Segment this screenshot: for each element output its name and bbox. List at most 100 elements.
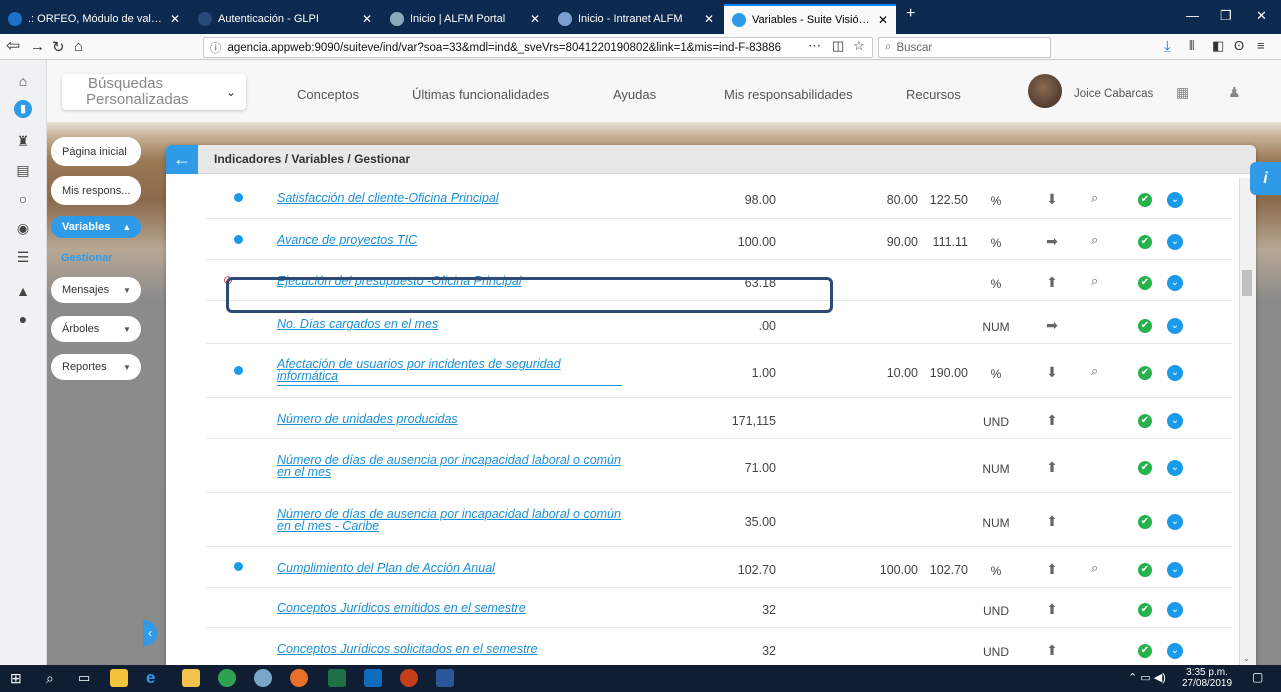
forward-icon[interactable]: → xyxy=(30,38,45,55)
bookmark-star-icon[interactable]: ☆ xyxy=(853,38,865,54)
sidebar-item-arboles[interactable]: Árboles ▼ xyxy=(51,316,141,342)
chevron-down-icon[interactable]: ⌄ xyxy=(1167,514,1183,530)
account-icon[interactable]: ʘ xyxy=(1234,38,1244,53)
magnifier-icon[interactable]: ⌕ xyxy=(1091,363,1098,379)
address-bar[interactable]: ⓘ agencia.appweb:9090/suiteve/ind/var?soa… xyxy=(203,37,873,58)
chevron-down-icon[interactable]: ⌄ xyxy=(1167,460,1183,476)
variable-link[interactable]: Número de días de ausencia por incapacid… xyxy=(277,508,627,533)
back-icon[interactable]: ⇦ xyxy=(6,36,20,56)
cycle-rail-icon[interactable]: ○ xyxy=(14,191,32,209)
download-icon[interactable]: ⤓ xyxy=(1164,38,1171,55)
edge-icon[interactable]: e xyxy=(146,669,164,687)
close-icon[interactable]: ✕ xyxy=(878,13,888,27)
magnifier-icon[interactable]: ⌕ xyxy=(1091,560,1098,576)
excel-icon[interactable] xyxy=(328,669,346,687)
chevron-down-icon[interactable]: ⌄ xyxy=(1167,275,1183,291)
user-name[interactable]: Joice Cabarcas xyxy=(1074,88,1153,100)
chevron-down-icon[interactable]: ⌄ xyxy=(1167,192,1183,208)
check-rail-icon[interactable]: ◉ xyxy=(14,220,32,238)
file-explorer-icon[interactable] xyxy=(182,669,200,687)
menu-icon[interactable]: ≡ xyxy=(1257,38,1265,53)
store-icon[interactable] xyxy=(110,669,128,687)
chevron-down-icon[interactable]: ⌄ xyxy=(1167,234,1183,250)
sliders-rail-icon[interactable]: ☰ xyxy=(14,249,32,267)
reload-icon[interactable]: ↻ xyxy=(52,38,65,56)
sidebar-item-mensajes[interactable]: Mensajes ▼ xyxy=(51,277,141,303)
chevron-down-icon[interactable]: ⌄ xyxy=(1167,562,1183,578)
back-button[interactable]: ← xyxy=(166,145,198,174)
home-icon[interactable]: ⌂ xyxy=(74,38,83,55)
check-icon[interactable]: ✔ xyxy=(1138,366,1152,380)
check-icon[interactable]: ✔ xyxy=(1138,319,1152,333)
variable-link[interactable]: Conceptos Jurídicos solicitados en el se… xyxy=(277,643,627,656)
firefox-icon[interactable] xyxy=(290,669,308,687)
tray-icons[interactable]: ⌃ ▭ ◀) xyxy=(1128,671,1166,684)
word-icon[interactable] xyxy=(436,669,454,687)
app-icon[interactable] xyxy=(254,669,272,687)
magnifier-icon[interactable]: ⌕ xyxy=(1091,190,1098,206)
page-actions-icon[interactable]: ⋯ xyxy=(808,38,821,54)
sidebar-item-gestionar[interactable]: Gestionar xyxy=(61,252,112,264)
tab-variables[interactable]: Variables - Suite Visión Empres✕ xyxy=(724,4,896,34)
chevron-down-icon[interactable]: ⌄ xyxy=(1167,643,1183,659)
bell-icon[interactable]: ♟ xyxy=(1228,84,1241,101)
menu-mis-responsabilidades[interactable]: Mis responsabilidades xyxy=(724,87,853,102)
powerpoint-icon[interactable] xyxy=(400,669,418,687)
sidebar-item-pagina-inicial[interactable]: Página inicial xyxy=(51,137,141,166)
variable-link[interactable]: Avance de proyectos TIC xyxy=(277,234,627,247)
task-view-icon[interactable]: ▭ xyxy=(78,669,96,687)
variable-link[interactable]: Número de unidades producidas xyxy=(277,413,627,426)
outlook-icon[interactable] xyxy=(364,669,382,687)
variable-link[interactable]: Satisfacción del cliente-Oficina Princip… xyxy=(277,192,627,205)
variable-link[interactable]: Número de días de ausencia por incapacid… xyxy=(277,454,627,479)
variable-link[interactable]: Cumplimiento del Plan de Acción Anual xyxy=(277,562,627,575)
menu-ultimas-funcionalidades[interactable]: Últimas funcionalidades xyxy=(412,87,549,102)
chevron-down-icon[interactable]: ⌄ xyxy=(1167,318,1183,334)
pocket-icon[interactable]: ◫ xyxy=(832,38,844,54)
close-window-icon[interactable]: ✕ xyxy=(1256,8,1267,24)
check-icon[interactable]: ✔ xyxy=(1138,193,1152,207)
document-rail-icon[interactable]: ▤ xyxy=(14,162,32,180)
tower-rail-icon[interactable]: ♜ xyxy=(14,133,32,151)
tab-alfm-portal[interactable]: Inicio | ALFM Portal ✕ xyxy=(382,4,548,34)
clock[interactable]: 3:35 p.m. 27/08/2019 xyxy=(1182,667,1232,689)
check-icon[interactable]: ✔ xyxy=(1138,235,1152,249)
chevron-down-icon[interactable]: ⌄ xyxy=(1167,413,1183,429)
tab-glpi[interactable]: Autenticación - GLPI ✕ xyxy=(190,4,380,34)
tab-orfeo[interactable]: .: ORFEO, Módulo de validació✕ xyxy=(0,4,188,34)
magnifier-icon[interactable]: ⌕ xyxy=(1091,232,1098,248)
tab-intranet[interactable]: Inicio - Intranet ALFM ✕ xyxy=(550,4,722,34)
avatar[interactable] xyxy=(1028,74,1062,108)
chevron-down-icon[interactable]: ⌄ xyxy=(1167,365,1183,381)
sidebar-toggle-icon[interactable]: ◧ xyxy=(1212,38,1224,54)
chevron-down-icon[interactable]: ⌄ xyxy=(1167,602,1183,618)
scrollbar-thumb[interactable] xyxy=(1242,270,1252,296)
windows-start-icon[interactable]: ⊞ xyxy=(10,669,28,687)
check-icon[interactable]: ✔ xyxy=(1138,603,1152,617)
check-icon[interactable]: ✔ xyxy=(1138,461,1152,475)
variable-link[interactable]: Afectación de usuarios por incidentes de… xyxy=(277,358,622,386)
search-icon[interactable]: ⌕ xyxy=(46,669,64,687)
menu-ayudas[interactable]: Ayudas xyxy=(613,87,656,102)
check-icon[interactable]: ✔ xyxy=(1138,563,1152,577)
check-icon[interactable]: ✔ xyxy=(1138,414,1152,428)
custom-searches-select[interactable]: Búsquedas Personalizadas ⌄ xyxy=(62,74,246,110)
info-button[interactable]: i xyxy=(1250,162,1281,195)
restore-icon[interactable]: ❐ xyxy=(1220,8,1232,24)
close-icon[interactable]: ✕ xyxy=(530,12,540,26)
variable-link[interactable]: Conceptos Jurídicos emitidos en el semes… xyxy=(277,602,627,615)
menu-recursos[interactable]: Recursos xyxy=(906,87,961,102)
notifications-icon[interactable]: ▢ xyxy=(1252,670,1263,684)
minimize-icon[interactable]: — xyxy=(1186,8,1199,23)
settings-rail-icon[interactable]: ● xyxy=(14,311,32,329)
search-input[interactable]: ⌕ Buscar xyxy=(878,37,1051,58)
indicators-rail-icon[interactable]: ▮ xyxy=(14,100,32,118)
variable-link[interactable]: No. Días cargados en el mes xyxy=(277,318,627,331)
scroll-down-icon[interactable]: ⌄ xyxy=(1243,654,1250,663)
chrome-icon[interactable] xyxy=(218,669,236,687)
sidebar-item-reportes[interactable]: Reportes ▼ xyxy=(51,354,141,380)
new-tab-button[interactable]: + xyxy=(906,5,915,23)
sidebar-item-mis-responsabilidades[interactable]: Mis respons... xyxy=(51,176,141,205)
close-icon[interactable]: ✕ xyxy=(704,12,714,26)
warning-rail-icon[interactable]: ▲ xyxy=(14,283,32,301)
